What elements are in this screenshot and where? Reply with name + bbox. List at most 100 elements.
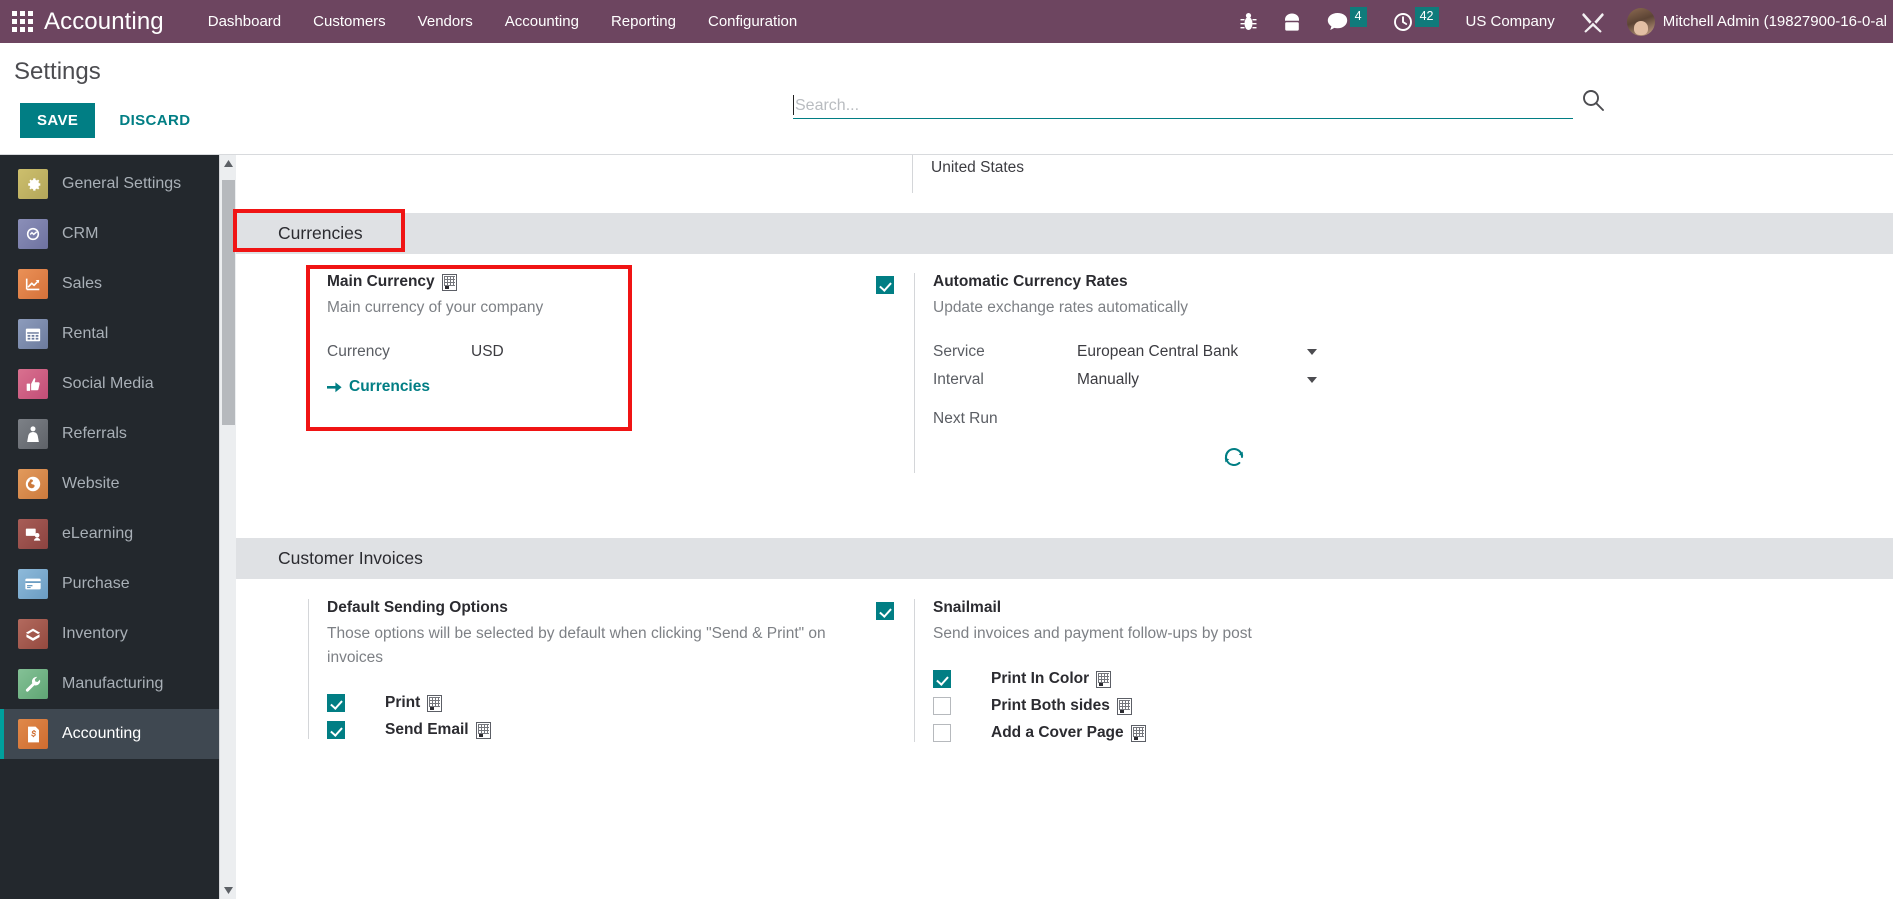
messages-count-badge: 4 — [1349, 7, 1367, 27]
setting-title-text: Snailmail — [933, 599, 1002, 616]
control-panel: Settings SAVE DISCARD — [0, 43, 1893, 155]
sidebar-item-label: Accounting — [62, 725, 142, 742]
person-gift-icon — [18, 419, 48, 449]
sidebar-item-sales[interactable]: Sales — [0, 259, 219, 309]
sidebar-item-inventory[interactable]: Inventory — [0, 609, 219, 659]
setting-title: Automatic Currency Rates — [933, 273, 1436, 291]
setting-description: Send invoices and payment follow-ups by … — [933, 625, 1252, 642]
snailmail-checkbox[interactable] — [876, 602, 894, 620]
sidebar-item-label: Rental — [62, 325, 109, 342]
activities-count-badge: 42 — [1414, 7, 1439, 27]
option-print-in-color: Print In Color — [933, 670, 1436, 689]
menu-item-customers[interactable]: Customers — [297, 3, 402, 40]
sidebar-item-accounting[interactable]: Accounting — [0, 709, 219, 759]
setting-description: Update exchange rates automatically — [933, 299, 1189, 316]
sidebar-item-crm[interactable]: CRM — [0, 209, 219, 259]
send-email-checkbox[interactable] — [327, 721, 345, 740]
interval-field-row: Interval Manually — [933, 371, 1436, 389]
phone-icon[interactable] — [1270, 0, 1314, 43]
print-checkbox[interactable] — [327, 694, 345, 713]
interval-select[interactable]: Manually — [1077, 371, 1317, 389]
setting-title-text: Main Currency — [327, 273, 435, 290]
option-print-both-sides: Print Both sides — [933, 697, 1436, 716]
settings-content: United States Currencies Main Currency M… — [236, 155, 1893, 899]
menu-item-dashboard[interactable]: Dashboard — [192, 3, 297, 40]
option-print: Print — [327, 694, 868, 713]
menu-item-configuration[interactable]: Configuration — [692, 3, 813, 40]
sidebar-item-label: Social Media — [62, 375, 154, 392]
bug-icon[interactable] — [1227, 0, 1270, 43]
company-switcher[interactable]: US Company — [1452, 13, 1569, 30]
sidebar-item-rental[interactable]: Rental — [0, 309, 219, 359]
menu-item-accounting[interactable]: Accounting — [489, 3, 595, 40]
action-buttons: SAVE DISCARD — [20, 103, 207, 138]
currency-field-label: Currency — [327, 343, 390, 361]
service-label: Service — [933, 343, 985, 361]
save-button[interactable]: SAVE — [20, 103, 96, 138]
app-brand-accounting[interactable]: Accounting — [44, 8, 164, 36]
apps-grid-icon[interactable] — [12, 10, 34, 33]
section-header-currencies: Currencies — [236, 213, 1893, 254]
chevron-down-icon — [1307, 377, 1317, 384]
credit-card-icon — [18, 569, 48, 599]
add-cover-page-checkbox[interactable] — [933, 724, 951, 743]
sidebar-item-referrals[interactable]: Referrals — [0, 409, 219, 459]
section-title: Customer Invoices — [278, 548, 423, 568]
print-label: Print — [385, 694, 443, 712]
service-select[interactable]: European Central Bank — [1077, 343, 1317, 361]
sidebar-scrollbar[interactable] — [219, 155, 236, 899]
wrench-tools-icon[interactable] — [1569, 0, 1617, 43]
service-value: European Central Bank — [1077, 343, 1239, 361]
print-both-sides-checkbox[interactable] — [933, 697, 951, 716]
invoice-dollar-icon — [18, 719, 48, 749]
print-both-sides-label: Print Both sides — [991, 697, 1132, 715]
sidebar-item-label: Purchase — [62, 575, 130, 592]
option-add-cover-page: Add a Cover Page — [933, 724, 1436, 743]
activities-icon[interactable]: 42 — [1380, 0, 1452, 43]
setting-snailmail: Snailmail Send invoices and payment foll… — [876, 599, 1436, 743]
print-label-text: Print — [385, 694, 421, 712]
chevron-down-icon[interactable] — [220, 882, 237, 899]
sidebar-item-label: Website — [62, 475, 120, 492]
print-in-color-label: Print In Color — [991, 670, 1112, 688]
presentation-icon — [18, 519, 48, 549]
currencies-link[interactable]: Currencies — [327, 378, 430, 396]
gear-icon — [18, 169, 48, 199]
setting-default-sending-options: Default Sending Options Those options wi… — [308, 599, 868, 740]
search-input[interactable] — [795, 97, 1573, 115]
automatic-currency-rates-checkbox[interactable] — [876, 276, 894, 294]
send-email-label: Send Email — [385, 721, 491, 739]
company-building-icon — [1130, 724, 1146, 742]
chevron-up-icon[interactable] — [220, 155, 237, 172]
sidebar-item-general-settings[interactable]: General Settings — [0, 159, 219, 209]
menu-item-reporting[interactable]: Reporting — [595, 3, 692, 40]
thumbs-up-icon — [18, 369, 48, 399]
sidebar-item-manufacturing[interactable]: Manufacturing — [0, 659, 219, 709]
menu-item-vendors[interactable]: Vendors — [402, 3, 489, 40]
box-open-icon — [18, 619, 48, 649]
handshake-icon — [18, 219, 48, 249]
print-in-color-checkbox[interactable] — [933, 670, 951, 689]
currency-field-value[interactable]: USD — [471, 343, 504, 361]
sidebar-item-website[interactable]: Website — [0, 459, 219, 509]
messages-icon[interactable]: 4 — [1314, 0, 1380, 43]
search-icon[interactable] — [1582, 89, 1604, 116]
sidebar-item-elearning[interactable]: eLearning — [0, 509, 219, 559]
search-bar — [793, 90, 1604, 119]
user-menu-label[interactable]: Mitchell Admin (19827900-16-0-al — [1663, 13, 1893, 30]
setting-inner: Main Currency Main currency of your comp… — [308, 273, 828, 399]
sidebar-scroll-thumb[interactable] — [222, 180, 235, 425]
refresh-icon[interactable] — [1223, 446, 1245, 473]
setting-automatic-currency-rates: Automatic Currency Rates Update exchange… — [876, 273, 1436, 474]
company-building-icon — [475, 721, 491, 739]
print-in-color-label-text: Print In Color — [991, 670, 1090, 688]
add-cover-page-label: Add a Cover Page — [991, 724, 1146, 742]
user-avatar[interactable] — [1626, 7, 1655, 36]
search-caret — [793, 95, 794, 115]
discard-button[interactable]: DISCARD — [102, 103, 207, 138]
sidebar-item-label: Manufacturing — [62, 675, 164, 692]
setting-description: Those options will be selected by defaul… — [327, 625, 826, 667]
sidebar-item-social-media[interactable]: Social Media — [0, 359, 219, 409]
sidebar-item-purchase[interactable]: Purchase — [0, 559, 219, 609]
company-building-icon — [1096, 670, 1112, 688]
